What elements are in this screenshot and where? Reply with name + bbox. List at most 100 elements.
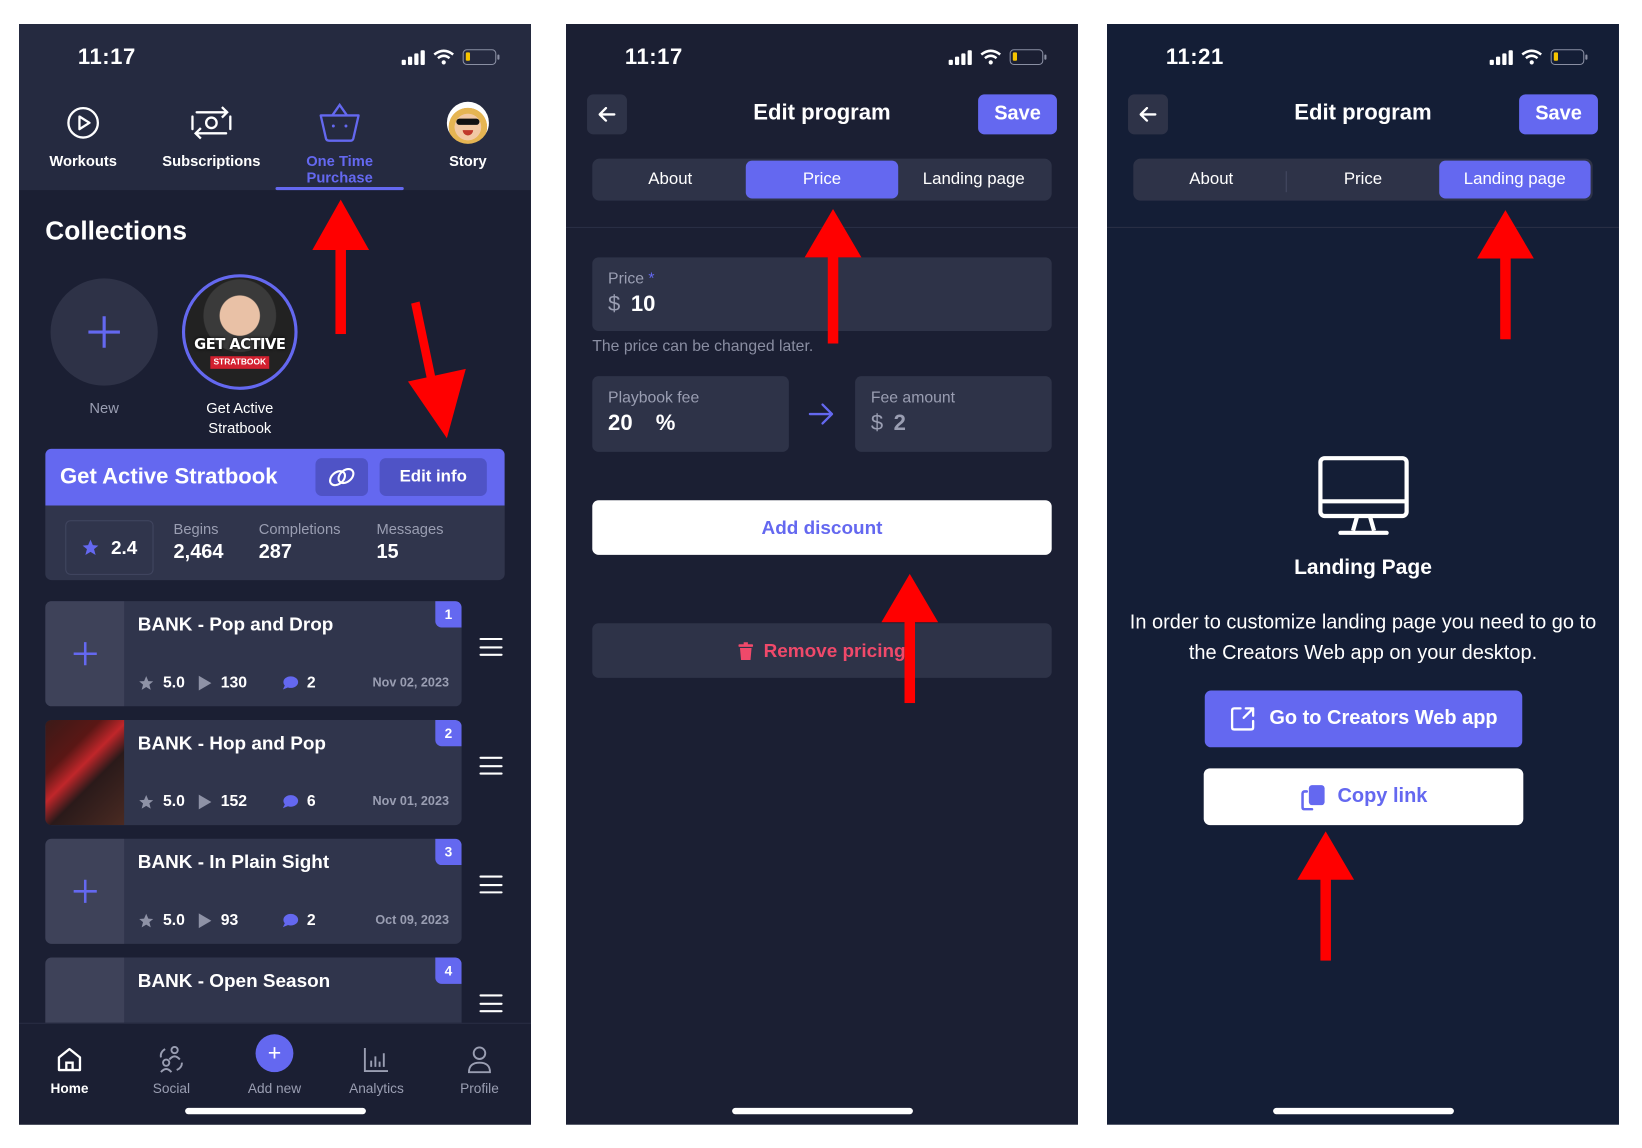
item-index-badge: 2: [435, 719, 462, 747]
item-index-badge: 4: [435, 957, 462, 984]
tab-workouts[interactable]: Workouts: [38, 100, 128, 169]
new-collection-label: New: [89, 399, 119, 417]
item-comments: 6: [306, 792, 316, 811]
playbook-fee-label: Playbook fee: [608, 388, 700, 407]
price-value[interactable]: 10: [631, 292, 656, 317]
program-title: Get Active Stratbook: [60, 464, 278, 489]
collection-label-line2: Stratbook: [208, 419, 272, 437]
edit-price-screen: 11:17 Edit program Save About Price Land…: [566, 24, 1078, 1126]
add-discount-button[interactable]: Add discount: [592, 500, 1052, 555]
list-item[interactable]: BANK - Hop and Pop 2 5.0 152 6 Nov 01, 2…: [45, 719, 462, 826]
home-indicator: [731, 1107, 913, 1115]
go-to-creators-web-app-button[interactable]: Go to Creators Web app: [1204, 690, 1523, 748]
list-item[interactable]: BANK - Pop and Drop 1 5.0 130 2 Nov 02, …: [45, 601, 462, 707]
share-link-button[interactable]: [315, 458, 369, 497]
item-rating: 5.0: [163, 792, 185, 811]
save-button[interactable]: Save: [978, 94, 1057, 135]
drag-handle-icon[interactable]: [479, 756, 503, 775]
copy-link-button[interactable]: Copy link: [1203, 768, 1524, 826]
add-new-icon: +: [255, 1034, 294, 1073]
play-circle-icon: [67, 106, 100, 139]
signal-icon: [948, 49, 972, 65]
tab-about[interactable]: About: [594, 161, 746, 199]
edit-landing-page-screen-canvas: 11:21 Edit program Save About Price Land…: [1107, 24, 1619, 1125]
nav-home[interactable]: Home: [22, 1024, 117, 1097]
item-rating: 5.0: [163, 911, 185, 930]
status-icons: [1489, 49, 1588, 66]
tab-landing-page[interactable]: Landing page: [1438, 160, 1591, 199]
item-thumbnail-placeholder: [45, 838, 125, 944]
edit-price-screen-canvas: 11:17 Edit program Save About Price Land…: [566, 24, 1078, 1125]
item-rating: 5.0: [163, 673, 185, 692]
collection-cover[interactable]: GET ACTIVE STRATBOOK: [181, 274, 298, 390]
tab-one-time-purchase[interactable]: One Time Purchase: [271, 100, 408, 186]
drag-handle-icon[interactable]: [479, 875, 503, 894]
item-title: BANK - Hop and Pop: [137, 732, 326, 754]
stat-value: 287: [258, 541, 293, 564]
trash-icon: [738, 641, 754, 660]
tab-price[interactable]: Price: [1287, 161, 1439, 199]
money-refresh-icon: [191, 106, 232, 140]
status-time: 11:21: [1165, 45, 1224, 70]
star-icon: [139, 675, 154, 690]
item-comments: 2: [306, 911, 316, 930]
nav-analytics-label: Analytics: [349, 1080, 404, 1097]
nav-profile[interactable]: Profile: [432, 1024, 527, 1096]
segmented-tabs: About Price Landing page: [592, 158, 1052, 201]
item-date: Oct 09, 2023: [375, 912, 449, 928]
landing-page-illustration: [1107, 455, 1619, 537]
item-meta: 5.0 93 2: [138, 911, 316, 929]
active-tab-indicator: [275, 186, 404, 191]
annotation-arrow-up: [1297, 831, 1355, 961]
drag-handle-icon[interactable]: [479, 637, 503, 656]
currency-symbol: $: [870, 410, 884, 436]
comment-icon: [282, 794, 298, 808]
rating-box: 2.4: [65, 520, 154, 575]
star-icon: [139, 913, 154, 927]
fee-amount-field: Fee amount $2: [855, 376, 1052, 452]
comment-icon: [282, 913, 298, 927]
tab-subscriptions[interactable]: Subscriptions: [156, 100, 267, 169]
item-meta: 5.0 152 6: [138, 792, 316, 811]
drag-handle-icon[interactable]: [479, 994, 503, 1013]
tab-landing-page[interactable]: Landing page: [898, 161, 1050, 199]
edit-landing-page-screen: 11:21 Edit program Save About Price Land…: [1107, 24, 1619, 1126]
nav-analytics[interactable]: Analytics: [329, 1024, 424, 1097]
tab-one-time-purchase-label: One Time Purchase: [306, 152, 374, 186]
annotation-arrow-up: [881, 573, 939, 704]
remove-pricing-button[interactable]: Remove pricing: [592, 623, 1052, 678]
battery-icon: [1550, 49, 1588, 66]
comment-icon: [282, 675, 298, 689]
social-icon: [159, 1045, 183, 1073]
item-title: BANK - In Plain Sight: [137, 851, 330, 873]
analytics-icon: [363, 1047, 389, 1073]
tab-story[interactable]: Story: [431, 100, 505, 169]
save-button[interactable]: Save: [1519, 94, 1598, 135]
stat-label: Begins: [173, 520, 219, 538]
required-mark: *: [648, 270, 655, 288]
tab-workouts-label: Workouts: [49, 152, 117, 170]
tab-price[interactable]: Price: [746, 160, 898, 199]
tab-about-label: About: [1189, 170, 1234, 189]
new-collection-button[interactable]: [50, 278, 158, 386]
edit-info-button[interactable]: Edit info: [379, 458, 487, 497]
annotation-arrow-up: [1477, 210, 1534, 340]
go-to-creators-web-app-label: Go to Creators Web app: [1269, 707, 1498, 730]
nav-social[interactable]: Social: [124, 1024, 219, 1097]
item-thumbnail-image: [45, 719, 125, 826]
stat-begins: Begins 2,464: [174, 520, 224, 564]
segmented-tabs: About Price Landing page: [1133, 158, 1593, 201]
list-item[interactable]: BANK - In Plain Sight 3 5.0 93 2 Oct 09,…: [45, 838, 462, 944]
tab-about[interactable]: About: [1135, 161, 1288, 199]
nav-add-new[interactable]: + Add new: [227, 1024, 322, 1096]
item-plays: 130: [220, 673, 248, 692]
nav-home-label: Home: [50, 1080, 89, 1097]
home-screen: 11:17 Workouts Subscriptions One Time Pu…: [19, 24, 531, 1126]
stat-value: 2,464: [173, 541, 224, 564]
nav-social-label: Social: [152, 1080, 191, 1097]
playbook-fee-value: 20: [608, 410, 633, 436]
collection-label-line1: Get Active: [206, 399, 274, 417]
plus-icon: [88, 316, 120, 348]
arrow-right-icon: [808, 403, 834, 425]
wifi-icon: [980, 49, 1001, 65]
